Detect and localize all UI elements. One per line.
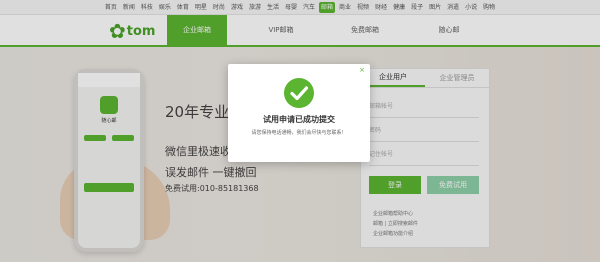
success-dialog: × 试用申请已成功提交 请您保持电话通畅，我们会尽快与您联系！ <box>228 64 370 162</box>
dialog-title: 试用申请已成功提交 <box>263 115 335 124</box>
close-icon[interactable]: × <box>359 66 365 74</box>
check-circle-icon <box>284 78 314 108</box>
dialog-subtitle: 请您保持电话通畅，我们会尽快与您联系！ <box>251 130 347 136</box>
